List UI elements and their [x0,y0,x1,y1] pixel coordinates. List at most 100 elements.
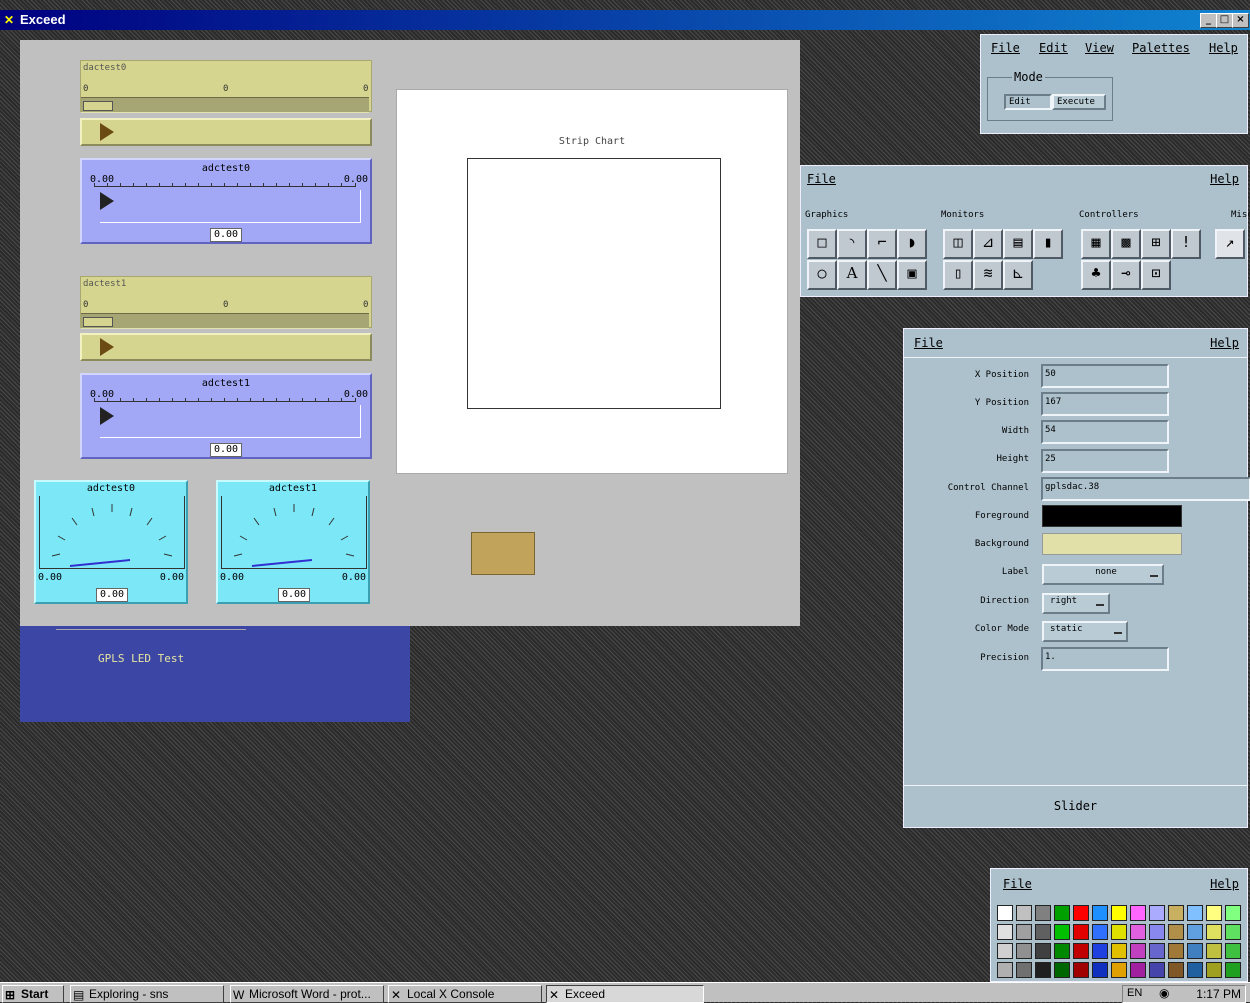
color-swatch[interactable] [1035,924,1051,940]
color-swatch[interactable] [1168,962,1184,978]
color-swatch[interactable] [1206,924,1222,940]
color-swatch[interactable] [1054,943,1070,959]
color-swatch[interactable] [1092,943,1108,959]
shell-command-icon[interactable]: ♣ [1081,260,1111,290]
maximize-button[interactable]: □ [1216,13,1233,28]
color-swatch[interactable] [1073,924,1089,940]
polyline-tool-icon[interactable]: ⌐ [867,229,897,259]
taskbar-item-exceed[interactable]: ✕ Exceed [546,985,704,1003]
color-swatch[interactable] [1073,943,1089,959]
adc-bar-widget[interactable]: adctest0 0.00 0.00 0.00 [80,158,372,244]
color-swatch[interactable] [997,962,1013,978]
image-tool-icon[interactable]: ▣ [897,260,927,290]
color-swatch[interactable] [1016,924,1032,940]
color-swatch[interactable] [1225,905,1241,921]
color-swatch[interactable] [1206,962,1222,978]
menu-help[interactable]: Help [1210,172,1239,186]
direction-option-menu[interactable]: right [1042,593,1110,614]
color-swatch[interactable] [1149,943,1165,959]
properties-window[interactable]: File Help X Position 50 Y Position 167 W… [903,328,1250,828]
menu-help[interactable]: Help [1210,877,1239,891]
color-swatch[interactable] [1187,924,1203,940]
color-swatch[interactable] [1149,924,1165,940]
menu-file[interactable]: File [807,172,836,186]
text-entry-icon[interactable]: ⊡ [1141,260,1171,290]
oval-tool-icon[interactable]: ○ [807,260,837,290]
dac-arrow-widget[interactable] [80,118,372,146]
valuator-icon[interactable]: ⊞ [1141,229,1171,259]
color-swatch[interactable] [1111,924,1127,940]
color-swatch[interactable] [1130,905,1146,921]
line-tool-icon[interactable]: ╲ [867,260,897,290]
mode-window[interactable]: File Edit View Palettes Help Mode Edit E… [980,34,1248,134]
color-swatch[interactable] [1016,905,1032,921]
taskbar-item-x-console[interactable]: ✕ Local X Console [388,985,542,1003]
y-position-field[interactable]: 167 [1041,392,1169,416]
strip-chart[interactable]: Strip Chart [396,89,788,474]
color-swatch[interactable] [1130,924,1146,940]
color-swatch[interactable] [1054,905,1070,921]
menu-file[interactable]: File [991,41,1020,55]
color-swatch[interactable] [1130,962,1146,978]
cartesian-plot-icon[interactable]: ⊾ [1003,260,1033,290]
chart-monitor-icon[interactable]: ⊿ [973,229,1003,259]
color-swatch[interactable] [1206,905,1222,921]
color-swatch[interactable] [1168,943,1184,959]
slider-controller-icon[interactable]: ⊸ [1111,260,1141,290]
color-swatch[interactable] [1035,943,1051,959]
menu-file[interactable]: File [1003,877,1032,891]
select-arrow-icon[interactable]: ↗ [1215,229,1245,259]
color-swatch[interactable] [1111,962,1127,978]
menu-palettes[interactable]: Palettes [1132,41,1190,55]
color-swatch[interactable] [1054,962,1070,978]
color-swatch[interactable] [1054,924,1070,940]
color-swatch[interactable] [1168,924,1184,940]
color-swatch[interactable] [1111,943,1127,959]
color-swatch[interactable] [1092,962,1108,978]
led-test-panel[interactable]: GPLS LED Test [20,626,410,722]
color-swatch[interactable] [1149,905,1165,921]
menu-controller-icon[interactable]: ▩ [1111,229,1141,259]
slider-thumb[interactable] [83,317,113,327]
network-icon[interactable]: ◉ [1159,986,1169,1000]
color-swatch[interactable] [1016,943,1032,959]
indicator-monitor-icon[interactable]: ▮ [1033,229,1063,259]
color-swatch[interactable] [1187,943,1203,959]
color-swatch[interactable] [1092,924,1108,940]
dac-slider-widget[interactable]: dactest0 0 0 0 [80,60,372,113]
height-field[interactable]: 25 [1041,449,1169,473]
menu-help[interactable]: Help [1209,41,1238,55]
color-swatch[interactable] [997,924,1013,940]
color-swatch[interactable] [997,943,1013,959]
minimize-button[interactable]: _ [1200,13,1217,28]
foreground-color-button[interactable] [1042,505,1182,527]
color-swatch[interactable] [1206,943,1222,959]
edit-mode-button[interactable]: Edit [1004,94,1052,110]
slider-trough[interactable] [81,313,369,329]
color-swatch[interactable] [1225,924,1241,940]
control-channel-field[interactable]: gplsdac.38 [1041,477,1250,501]
led-indicator[interactable] [471,532,535,575]
color-swatch[interactable] [1092,905,1108,921]
menu-view[interactable]: View [1085,41,1114,55]
close-button[interactable]: × [1232,13,1249,28]
width-field[interactable]: 54 [1041,420,1169,444]
analog-meter[interactable]: adctest0 0.00 0.00 0.00 [34,480,188,604]
dac-slider-widget[interactable]: dactest1 0 0 0 [80,276,372,329]
color-swatch[interactable] [1130,943,1146,959]
bar-monitor-icon[interactable]: ▤ [1003,229,1033,259]
execute-mode-button[interactable]: Execute [1052,94,1106,110]
color-swatch[interactable] [1168,905,1184,921]
dac-arrow-widget[interactable] [80,333,372,361]
meter-monitor-icon[interactable]: ◫ [943,229,973,259]
color-swatch[interactable] [1225,943,1241,959]
text-tool-icon[interactable]: A [837,260,867,290]
color-palette-window[interactable]: File Help [990,868,1248,982]
arc-tool-icon[interactable]: ◝ [837,229,867,259]
polygon-tool-icon[interactable]: ◗ [897,229,927,259]
color-swatch[interactable] [1035,962,1051,978]
menu-help[interactable]: Help [1210,336,1239,350]
start-button[interactable]: ⊞ Start [2,985,64,1003]
background-color-button[interactable] [1042,533,1182,555]
message-button-icon[interactable]: ! [1171,229,1201,259]
